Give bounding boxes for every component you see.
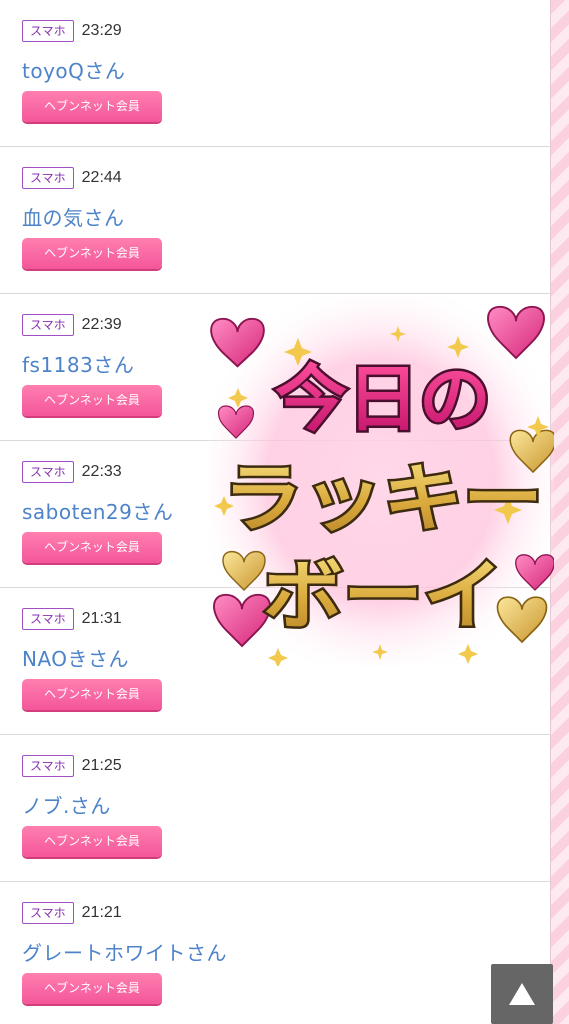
member-badge: ヘブンネット会員 — [22, 385, 162, 416]
sticker-line-3: ボーイ — [263, 551, 503, 640]
entry-header: スマホ 22:33 — [22, 461, 122, 483]
device-badge: スマホ — [22, 608, 74, 630]
device-badge: スマホ — [22, 902, 74, 924]
visit-time: 21:31 — [81, 610, 122, 627]
entry-header: スマホ 21:21 — [22, 902, 122, 924]
device-badge: スマホ — [22, 755, 74, 777]
list-item: スマホ 21:21 グレートホワイトさん ヘブンネット会員 — [0, 882, 550, 1024]
user-name-link[interactable]: 血の気さん — [22, 202, 125, 231]
user-name-link[interactable]: saboten29さん — [22, 496, 173, 525]
member-badge: ヘブンネット会員 — [22, 238, 162, 269]
entry-header: スマホ 21:25 — [22, 755, 122, 777]
user-name-link[interactable]: ノブ.さん — [22, 790, 111, 819]
triangle-up-icon — [509, 983, 535, 1005]
member-badge: ヘブンネット会員 — [22, 679, 162, 710]
visit-time: 21:25 — [81, 757, 122, 774]
visit-time: 21:21 — [81, 904, 122, 921]
sticker-line-1: 今日の — [275, 357, 491, 441]
list-item: スマホ 21:25 ノブ.さん ヘブンネット会員 — [0, 735, 550, 882]
member-badge: ヘブンネット会員 — [22, 826, 162, 857]
visit-time: 22:44 — [81, 169, 122, 186]
sticker-line-2: ラッキー — [223, 456, 543, 542]
list-item: スマホ 22:44 血の気さん ヘブンネット会員 — [0, 147, 550, 294]
member-badge: ヘブンネット会員 — [22, 91, 162, 122]
visit-time: 22:33 — [81, 463, 122, 480]
user-name-link[interactable]: グレートホワイトさん — [22, 937, 227, 966]
device-badge: スマホ — [22, 314, 74, 336]
user-name-link[interactable]: fs1183さん — [22, 349, 134, 378]
entry-header: スマホ 22:39 — [22, 314, 122, 336]
entry-header: スマホ 22:44 — [22, 167, 122, 189]
device-badge: スマホ — [22, 167, 74, 189]
member-badge: ヘブンネット会員 — [22, 973, 162, 1004]
lucky-boy-sticker: 今日の ラッキー ボーイ — [208, 296, 554, 666]
visit-time: 23:29 — [81, 22, 122, 39]
entry-header: スマホ 23:29 — [22, 20, 122, 42]
user-name-link[interactable]: toyoQさん — [22, 55, 125, 84]
member-badge: ヘブンネット会員 — [22, 532, 162, 563]
visit-time: 22:39 — [81, 316, 122, 333]
device-badge: スマホ — [22, 461, 74, 483]
user-name-link[interactable]: NAOきさん — [22, 643, 129, 672]
list-item: スマホ 23:29 toyoQさん ヘブンネット会員 — [0, 0, 550, 147]
visitor-list-page: スマホ 23:29 toyoQさん ヘブンネット会員 スマホ 22:44 血の気… — [0, 0, 569, 1024]
device-badge: スマホ — [22, 20, 74, 42]
scroll-to-top-button[interactable] — [491, 964, 553, 1024]
entry-header: スマホ 21:31 — [22, 608, 122, 630]
